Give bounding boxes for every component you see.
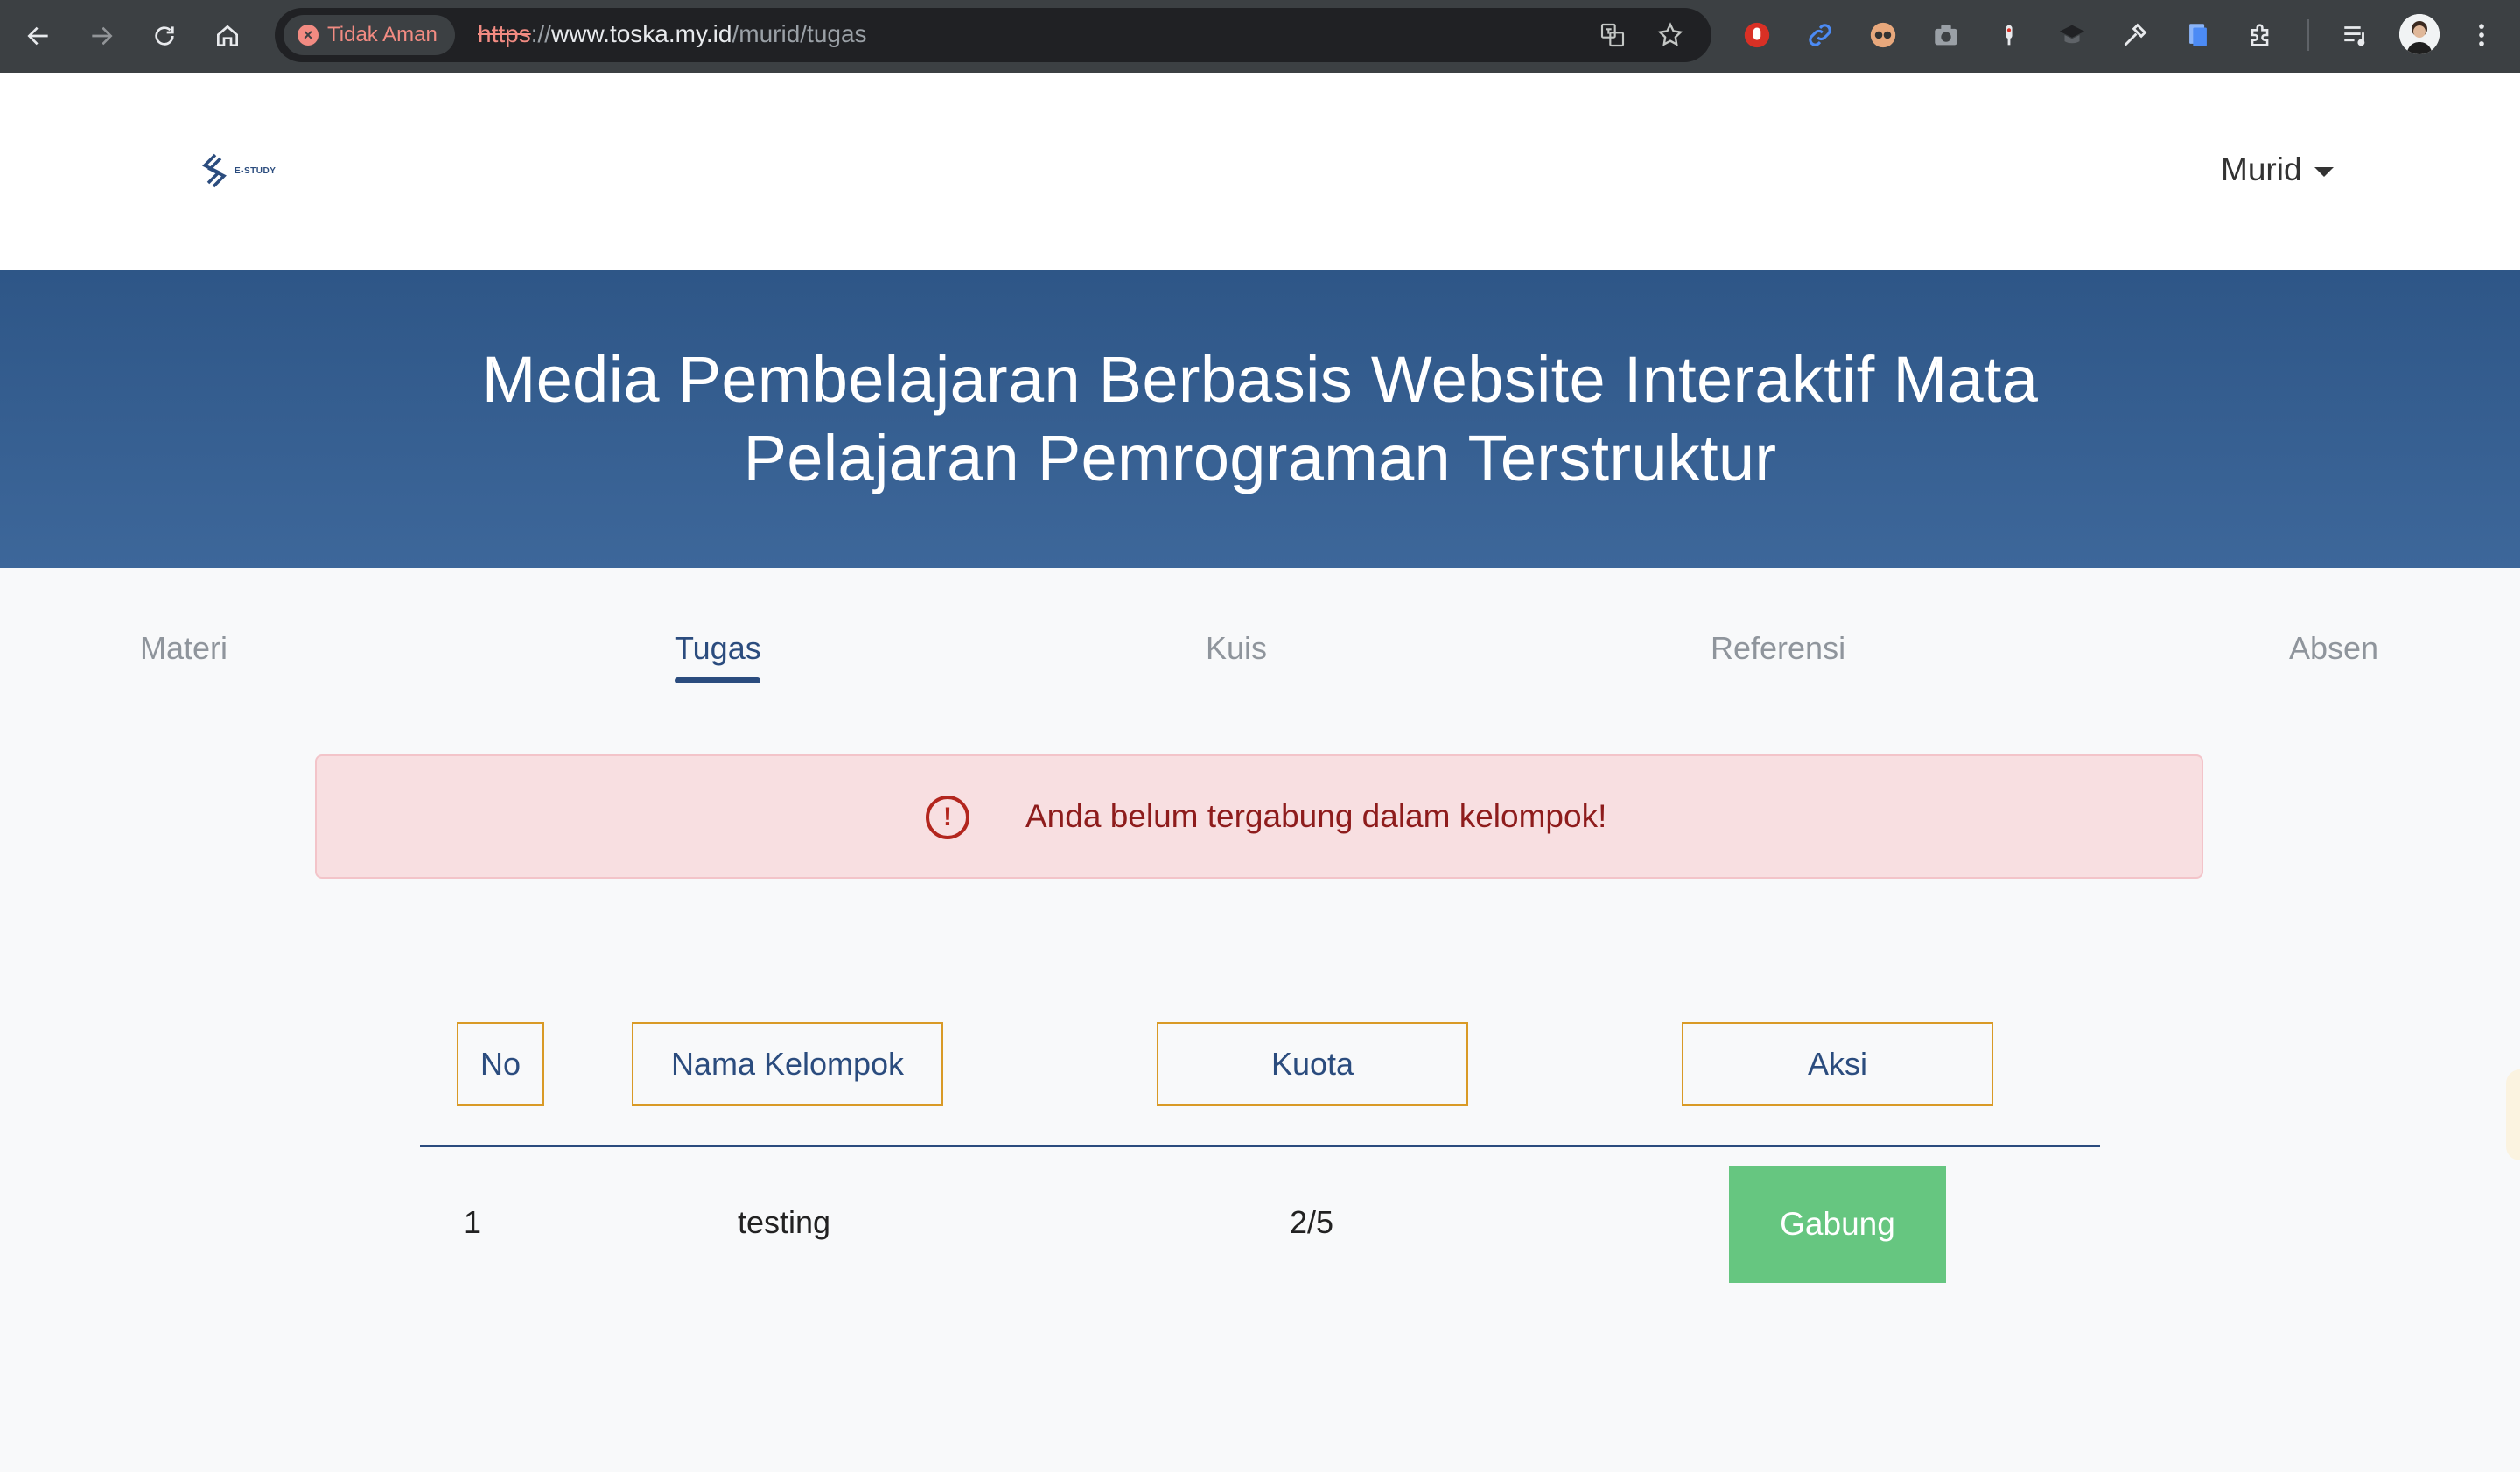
side-scroll-tab[interactable] <box>2506 1069 2520 1160</box>
alert-banner: ! Anda belum tergabung dalam kelompok! <box>315 754 2203 879</box>
graduation-extension-icon[interactable] <box>2053 16 2091 54</box>
table-header-kuota: Kuota <box>1157 1022 1468 1106</box>
toolbar-separator <box>2306 19 2309 51</box>
home-icon[interactable] <box>206 15 248 57</box>
row-group-name: testing <box>738 1204 831 1240</box>
exclamation-circle-icon: ! <box>926 796 970 839</box>
row-no: 1 <box>464 1204 482 1240</box>
logo-mark-icon <box>202 153 227 188</box>
tab-materi[interactable]: Materi <box>140 630 228 667</box>
join-group-button[interactable]: Gabung <box>1729 1166 1946 1283</box>
profile-avatar[interactable] <box>2399 14 2440 54</box>
hero-banner: Media Pembelajaran Berbasis Website Inte… <box>0 270 2520 568</box>
reload-icon[interactable] <box>144 15 186 57</box>
not-secure-icon: × <box>298 25 318 46</box>
active-tab-indicator <box>675 677 760 683</box>
table-divider <box>420 1145 2100 1147</box>
tab-tugas[interactable]: Tugas <box>675 630 761 667</box>
adblock-extension-icon[interactable] <box>1738 16 1776 54</box>
forward-icon[interactable] <box>80 15 122 57</box>
table-header-aksi: Aksi <box>1682 1022 1993 1106</box>
media-queue-icon[interactable] <box>2336 16 2375 54</box>
translate-icon[interactable] <box>1596 18 1629 52</box>
glasses-extension-icon[interactable] <box>1864 16 1902 54</box>
alert-message: Anda belum tergabung dalam kelompok! <box>1026 798 1607 834</box>
tab-referensi[interactable]: Referensi <box>1711 630 1845 667</box>
menu-kebab-icon[interactable] <box>2462 16 2501 54</box>
table-header-no: No <box>457 1022 544 1106</box>
bookmark-star-icon[interactable] <box>1654 18 1687 52</box>
user-menu-label: Murid <box>2221 151 2302 187</box>
row-quota: 2/5 <box>1290 1204 1334 1240</box>
url-text[interactable]: https://www.toska.my.id/murid/tugas <box>478 20 867 48</box>
page-title: Media Pembelajaran Berbasis Website Inte… <box>481 343 2039 494</box>
caret-down-icon <box>2314 166 2334 177</box>
site-header: E-STUDY Murid <box>0 73 2520 270</box>
docs-extension-icon[interactable] <box>2179 16 2217 54</box>
extensions-puzzle-icon[interactable] <box>2242 16 2280 54</box>
microphone-extension-icon[interactable] <box>1990 16 2028 54</box>
security-chip[interactable]: × Tidak Aman <box>284 15 455 55</box>
browser-toolbar: × Tidak Aman https://www.toska.my.id/mur… <box>0 0 2520 73</box>
user-menu-dropdown[interactable]: Murid <box>2221 151 2334 188</box>
site-logo[interactable]: E-STUDY <box>201 153 276 188</box>
eyedropper-extension-icon[interactable] <box>2116 16 2154 54</box>
security-label: Tidak Aman <box>327 23 438 46</box>
table-header-nama-kelompok: Nama Kelompok <box>632 1022 943 1106</box>
address-bar[interactable]: × Tidak Aman https://www.toska.my.id/mur… <box>275 8 1712 62</box>
camera-extension-icon[interactable] <box>1927 16 1965 54</box>
back-icon[interactable] <box>18 15 60 57</box>
link-extension-icon[interactable] <box>1801 16 1839 54</box>
tab-absen[interactable]: Absen <box>2289 630 2378 667</box>
logo-text: E-STUDY <box>234 165 276 176</box>
tab-kuis[interactable]: Kuis <box>1206 630 1267 667</box>
